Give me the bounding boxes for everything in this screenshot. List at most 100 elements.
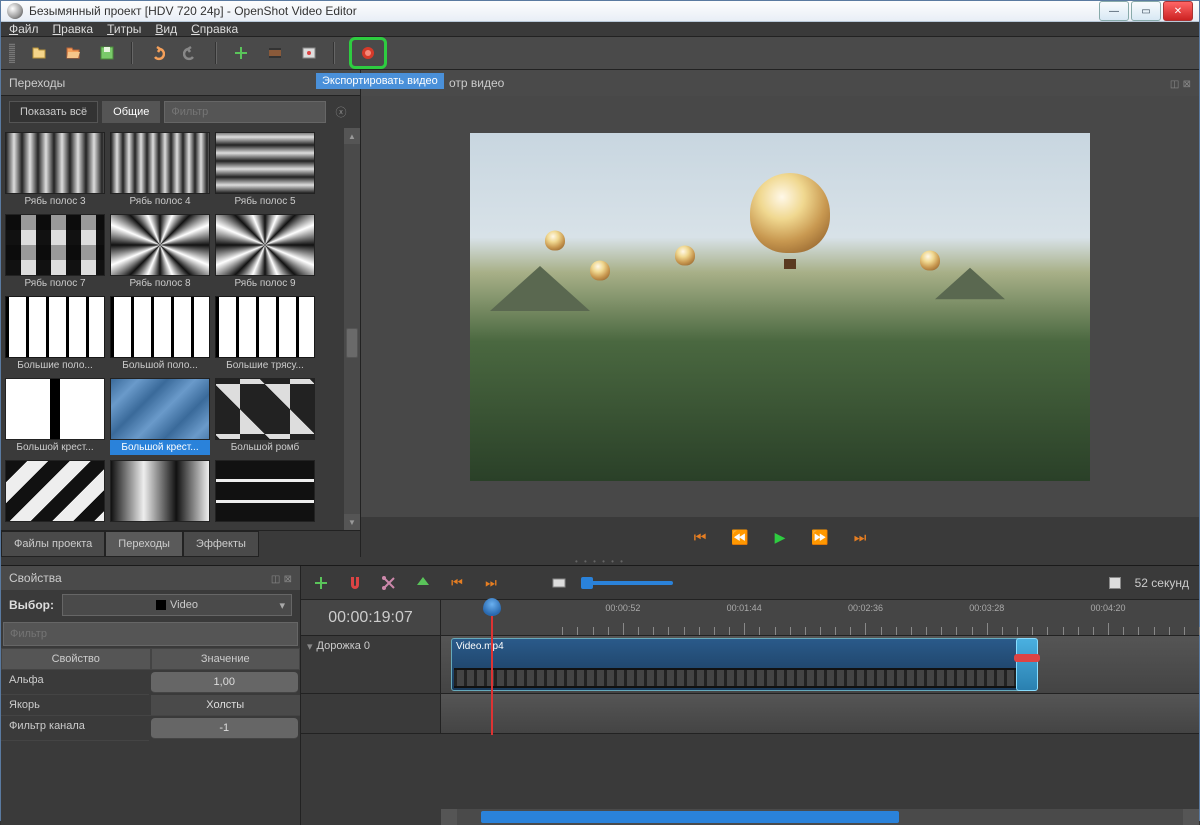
fast-forward-icon[interactable]: ⏩: [811, 529, 829, 546]
play-icon[interactable]: ▶: [771, 529, 789, 546]
maximize-button[interactable]: ▭: [1131, 1, 1161, 21]
track-content[interactable]: Video.mp4: [441, 636, 1199, 693]
transition-label: Большие трясу...: [215, 358, 315, 373]
property-row[interactable]: Альфа1,00: [1, 670, 300, 695]
tab-project-files[interactable]: Файлы проекта: [1, 531, 105, 557]
playhead[interactable]: [491, 600, 493, 735]
preview-viewport[interactable]: [361, 96, 1199, 517]
app-icon: [7, 3, 23, 19]
ruler-tick: [1093, 627, 1094, 635]
prev-marker-icon[interactable]: ⏮: [447, 573, 467, 593]
timecode-display: 00:00:19:07: [301, 600, 441, 635]
jump-start-icon[interactable]: ⏮: [691, 529, 709, 546]
transition-item[interactable]: Большие поло...: [5, 296, 105, 373]
dock-icon[interactable]: ◫: [271, 574, 280, 585]
razor-icon[interactable]: [379, 573, 399, 593]
scroll-thumb[interactable]: [346, 328, 358, 358]
track-label-empty[interactable]: [301, 694, 441, 733]
property-row[interactable]: Фильтр канала-1: [1, 716, 300, 741]
transition-item[interactable]: Большой поло...: [110, 296, 210, 373]
tab-effects[interactable]: Эффекты: [183, 531, 259, 557]
next-marker-icon[interactable]: ⏭: [481, 573, 501, 593]
toolbar-separator: [215, 42, 217, 64]
ruler-tick: [1138, 627, 1139, 635]
scroll-up-icon[interactable]: ▲: [344, 128, 360, 144]
profiles-icon[interactable]: [299, 43, 319, 63]
toolbar-handle[interactable]: [9, 43, 15, 63]
transition-clip[interactable]: [1016, 638, 1038, 691]
transition-item[interactable]: Большой ромб: [215, 378, 315, 455]
open-project-icon[interactable]: [63, 43, 83, 63]
timeline-scrollbar-h[interactable]: [441, 809, 1199, 825]
rewind-icon[interactable]: ⏪: [731, 529, 749, 546]
menu-titles[interactable]: Титры: [107, 22, 141, 36]
balloon-small: [545, 230, 565, 255]
add-icon[interactable]: [231, 43, 251, 63]
menu-file[interactable]: Файл: [9, 22, 39, 36]
close-panel-icon[interactable]: ⊠: [284, 574, 292, 585]
transition-item[interactable]: Рябь полос 4: [110, 132, 210, 209]
timeline-checkbox[interactable]: [1109, 577, 1121, 589]
transition-item[interactable]: Большие трясу...: [215, 296, 315, 373]
dock-icon[interactable]: ◫: [1170, 79, 1179, 90]
track-content-empty[interactable]: [441, 694, 1199, 733]
property-name: Фильтр канала: [1, 716, 149, 741]
selection-dropdown[interactable]: Video: [62, 594, 292, 616]
col-value[interactable]: Значение: [151, 648, 301, 670]
snap-icon[interactable]: [345, 573, 365, 593]
add-track-icon[interactable]: [311, 573, 331, 593]
timeline-scroll-thumb[interactable]: [481, 811, 899, 823]
property-value[interactable]: -1: [151, 718, 299, 739]
scroll-down-icon[interactable]: ▼: [344, 514, 360, 530]
tab-transitions[interactable]: Переходы: [105, 531, 183, 557]
video-clip[interactable]: Video.mp4: [451, 638, 1031, 691]
new-project-icon[interactable]: [29, 43, 49, 63]
film-icon[interactable]: [265, 43, 285, 63]
transition-item[interactable]: [215, 460, 315, 526]
common-tab[interactable]: Общие: [102, 101, 160, 123]
transition-item[interactable]: Рябь полос 7: [5, 214, 105, 291]
show-all-tab[interactable]: Показать всё: [9, 101, 98, 123]
property-value[interactable]: 1,00: [151, 672, 299, 693]
minimize-button[interactable]: —: [1099, 1, 1129, 21]
menu-edit[interactable]: Правка: [53, 22, 94, 36]
properties-filter-input[interactable]: [3, 622, 298, 646]
close-panel-icon[interactable]: ⊠: [1183, 79, 1191, 90]
transitions-filter-input[interactable]: [164, 101, 326, 123]
transition-item[interactable]: [110, 460, 210, 526]
save-project-icon[interactable]: [97, 43, 117, 63]
menu-help[interactable]: Справка: [191, 22, 238, 36]
clear-filter-icon[interactable]: ⓧ: [330, 101, 352, 123]
transitions-scroll[interactable]: Рябь полос 3Рябь полос 4Рябь полос 5Рябь…: [1, 128, 360, 530]
transition-item[interactable]: Большой крест...: [5, 378, 105, 455]
ruler-tick-label: 00:00:52: [605, 603, 640, 613]
titlebar[interactable]: Безымянный проект [HDV 720 24p] - OpenSh…: [1, 1, 1199, 22]
property-row[interactable]: ЯкорьХолсты: [1, 695, 300, 716]
redo-icon[interactable]: [181, 43, 201, 63]
add-marker-icon[interactable]: [413, 573, 433, 593]
transition-item[interactable]: Рябь полос 8: [110, 214, 210, 291]
property-value[interactable]: Холсты: [151, 695, 301, 716]
zoom-slider[interactable]: [583, 581, 673, 585]
transition-thumbnail: [110, 296, 210, 358]
undo-icon[interactable]: [147, 43, 167, 63]
col-property[interactable]: Свойство: [1, 648, 151, 670]
transition-item[interactable]: [5, 460, 105, 526]
track-collapse-icon[interactable]: ▾: [307, 640, 313, 653]
jump-end-icon[interactable]: ⏭: [851, 529, 869, 546]
timeline-ruler[interactable]: 00:00:19:07 00:00:5200:01:4400:02:3600:0…: [301, 600, 1199, 636]
transition-label: [110, 522, 210, 526]
center-playhead-icon[interactable]: [549, 573, 569, 593]
splitter-grip[interactable]: • • • • • •: [1, 557, 1199, 565]
export-video-icon[interactable]: [358, 43, 378, 63]
duration-label: 52 секунд: [1135, 576, 1189, 590]
menu-view[interactable]: Вид: [155, 22, 177, 36]
transition-item[interactable]: Рябь полос 3: [5, 132, 105, 209]
close-button[interactable]: ✕: [1163, 1, 1193, 21]
ruler-tick: [820, 627, 821, 635]
transition-item[interactable]: Рябь полос 9: [215, 214, 315, 291]
transition-item[interactable]: Большой крест...: [110, 378, 210, 455]
transition-item[interactable]: Рябь полос 5: [215, 132, 315, 209]
track-label[interactable]: ▾ Дорожка 0: [301, 636, 441, 693]
transitions-scrollbar[interactable]: ▲ ▼: [344, 128, 360, 530]
